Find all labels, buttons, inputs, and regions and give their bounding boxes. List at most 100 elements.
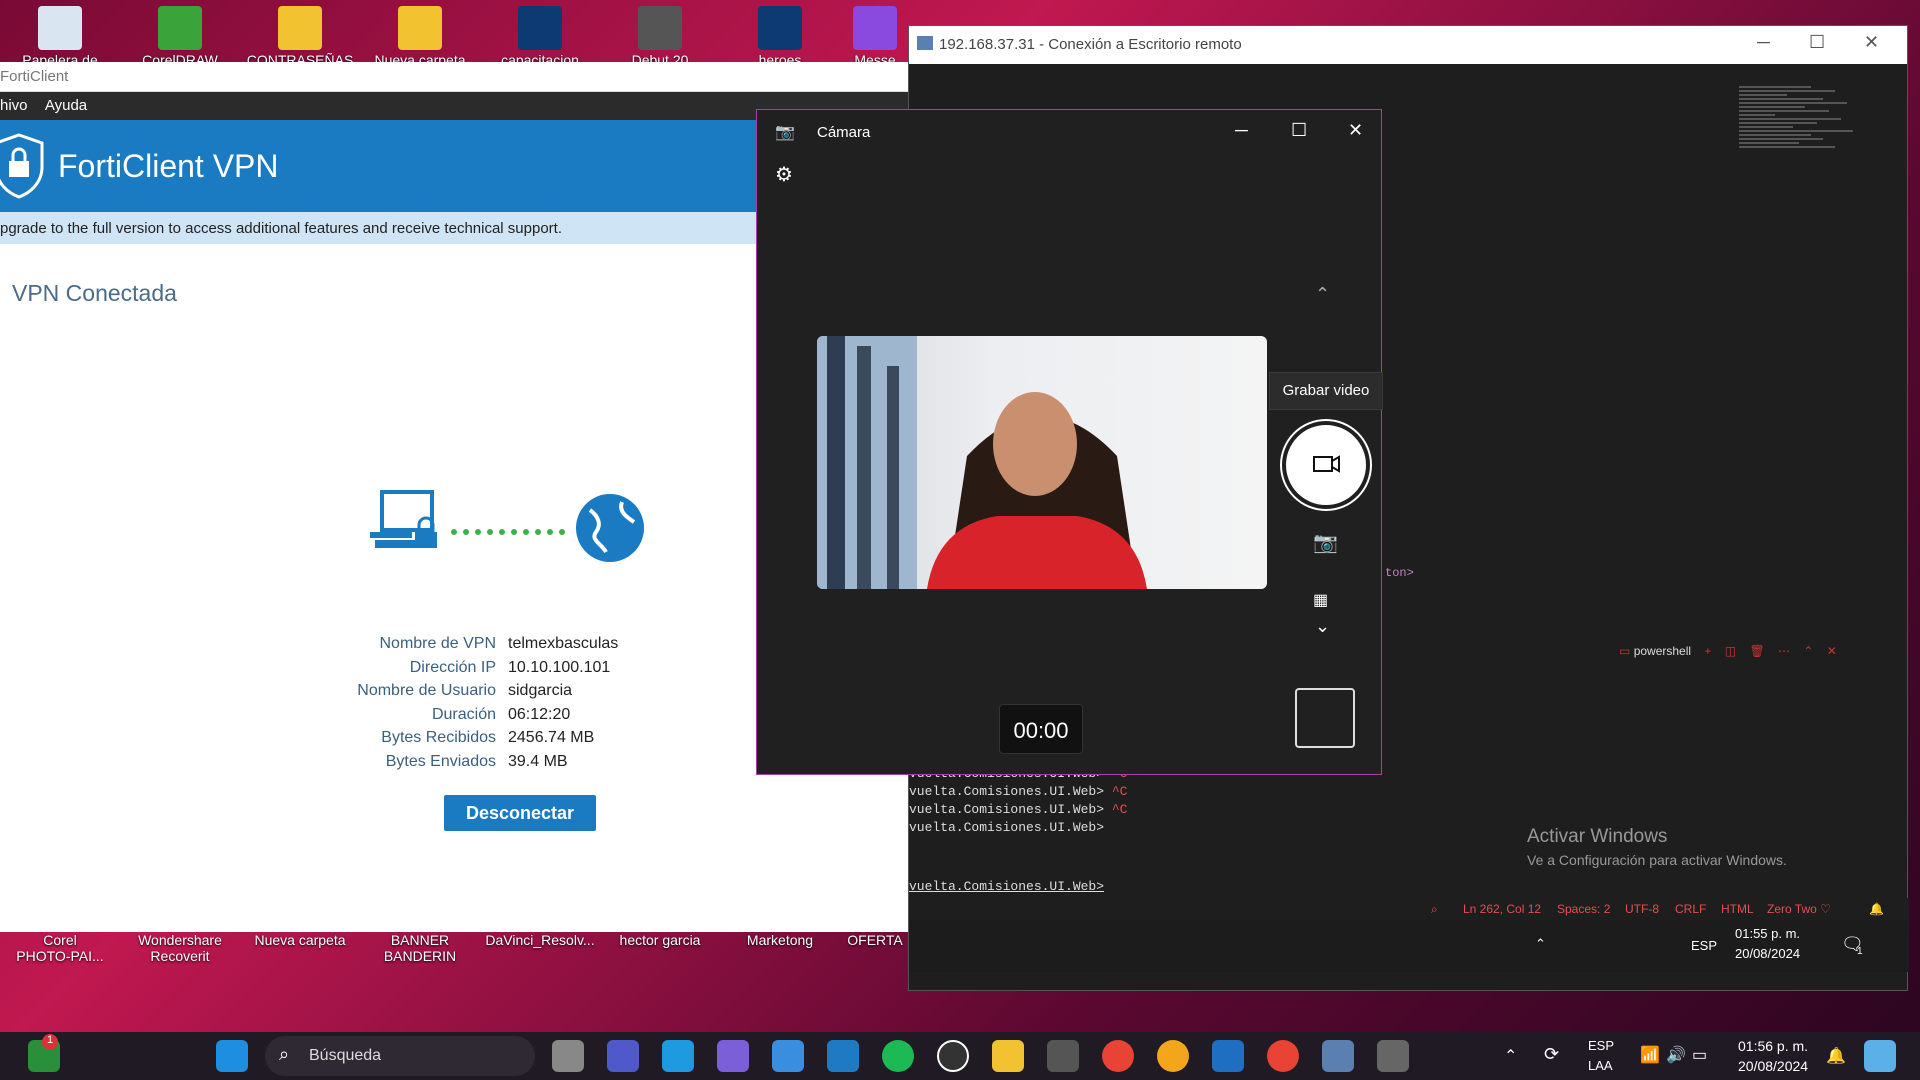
desktop-icon-corel-photopaint[interactable]: Corel PHOTO-PAI... [5, 932, 115, 964]
desktop-icon-coreldraw[interactable]: CorelDRAW 2020 [125, 6, 235, 68]
chevron-up-icon[interactable]: ⌃ [1803, 644, 1813, 658]
copilot-icon[interactable] [1864, 1040, 1896, 1072]
desktop-icon-label: Nueva carpeta [254, 932, 346, 948]
dell-icon[interactable] [937, 1040, 969, 1072]
zoom-icon[interactable]: ⌕ [1431, 902, 1438, 917]
maximize-icon[interactable]: ☐ [1291, 120, 1307, 141]
spotify-icon[interactable] [882, 1040, 914, 1072]
search-box[interactable]: ⌕ Búsqueda [265, 1036, 535, 1076]
record-video-button[interactable] [1282, 421, 1370, 509]
split-terminal-icon[interactable]: ◫ [1725, 644, 1736, 658]
trash-icon[interactable]: 🗑 [1749, 644, 1764, 658]
desktop-icon-marketong[interactable]: Marketong [725, 932, 835, 948]
status-language[interactable]: HTML [1721, 902, 1754, 916]
remote-clock-date[interactable]: 20/08/2024 [1735, 946, 1800, 961]
shield-app-icon[interactable] [1212, 1040, 1244, 1072]
chevron-up-icon[interactable]: ⌃ [1504, 1046, 1517, 1066]
clock-date[interactable]: 20/08/2024 [1738, 1058, 1808, 1074]
info-row: Bytes Enviados 39.4 MB [340, 753, 618, 777]
qr-code-icon[interactable]: ▦ [1313, 590, 1328, 610]
chrome-icon[interactable] [1102, 1040, 1134, 1072]
taskbar: 1 ⌕ Búsqueda ⌃ ⟳ ESP LAA 📶 🔊 ▭ 01:56 p. … [0, 1032, 1920, 1080]
desktop-icon-heroes[interactable]: heroes [725, 6, 835, 68]
status-spaces[interactable]: Spaces: 2 [1557, 902, 1610, 916]
desktop-icon-wondershare[interactable]: Wondershare Recoverit [125, 932, 235, 964]
chevron-down-icon[interactable]: ⌄ [1315, 616, 1330, 637]
chevron-up-icon[interactable]: ⌃ [1315, 284, 1330, 305]
minimap[interactable] [1739, 84, 1859, 554]
info-row: Duración 06:12:20 [340, 706, 618, 730]
close-icon[interactable]: ✕ [1864, 32, 1879, 53]
wifi-icon[interactable]: 📶 [1640, 1045, 1660, 1065]
lang-bottom[interactable]: LAA [1588, 1058, 1613, 1073]
shield-lock-icon [0, 133, 44, 199]
globe-icon [576, 494, 644, 562]
norton-icon[interactable] [1157, 1040, 1189, 1072]
volume-icon[interactable]: 🔊 [1666, 1045, 1686, 1065]
menu-item-ayuda[interactable]: Ayuda [45, 97, 87, 114]
file-explorer-icon[interactable] [992, 1040, 1024, 1072]
store-icon[interactable] [1047, 1040, 1079, 1072]
photo-mode-icon[interactable]: 📷 [1313, 530, 1338, 555]
close-icon[interactable]: ✕ [1348, 120, 1363, 141]
status-position[interactable]: Ln 262, Col 12 [1463, 902, 1541, 916]
task-view-icon[interactable] [552, 1040, 584, 1072]
clock-time[interactable]: 01:56 p. m. [1738, 1038, 1808, 1054]
computer-lock-icon [370, 490, 437, 548]
disconnect-button[interactable]: Desconectar [444, 795, 596, 831]
remote-desktop-taskbar-icon[interactable] [1322, 1040, 1354, 1072]
remote-clock-time[interactable]: 01:55 p. m. [1735, 926, 1800, 941]
chevron-up-icon[interactable]: ⌃ [1535, 936, 1546, 952]
terminal-label[interactable]: powershell [1634, 644, 1691, 658]
forticlient-icon[interactable] [827, 1040, 859, 1072]
remote-desktop-icon [917, 36, 933, 50]
desktop-icon-messenger[interactable]: Messe [845, 6, 905, 68]
battery-icon[interactable]: ▭ [1692, 1045, 1707, 1065]
start-windows-icon[interactable] [216, 1040, 248, 1072]
more-icon[interactable]: ⋯ [1778, 644, 1790, 658]
lang-top[interactable]: ESP [1588, 1038, 1614, 1053]
settings-gear-icon[interactable]: ⚙ [775, 162, 793, 187]
terminal-line: vuelta.Comisiones.UI.Web> ^C [909, 784, 1127, 802]
desktop-icon-nueva-carpeta-2[interactable]: Nueva carpeta [245, 932, 355, 948]
add-terminal-icon[interactable]: + [1704, 644, 1711, 658]
chrome-profile-icon[interactable] [1267, 1040, 1299, 1072]
rdp-titlebar[interactable]: 192.168.37.31 - Conexión a Escritorio re… [909, 26, 1907, 64]
info-value: 39.4 MB [508, 752, 568, 770]
forticlient-titlebar[interactable]: FortiClient [0, 62, 910, 92]
edge-icon[interactable] [662, 1040, 694, 1072]
app-icon[interactable] [717, 1040, 749, 1072]
desktop-icon-recycle-bin[interactable]: Papelera de [5, 6, 115, 68]
photoshop-file-icon [518, 6, 562, 50]
status-eol[interactable]: CRLF [1675, 902, 1706, 916]
info-value: sidgarcia [508, 682, 573, 699]
desktop-icon-davinci[interactable]: DaVinci_Resolv... [485, 932, 595, 948]
remote-tray-lang[interactable]: ESP [1691, 938, 1717, 953]
status-encoding[interactable]: UTF-8 [1625, 902, 1659, 916]
minimize-icon[interactable]: ─ [1757, 32, 1770, 53]
mail-icon[interactable] [772, 1040, 804, 1072]
bell-icon[interactable]: 🔔 [1869, 902, 1884, 916]
camera-titlebar[interactable]: 📷 Cámara ─ ☐ ✕ [757, 110, 1381, 152]
status-theme[interactable]: Zero Two ♡ [1767, 902, 1831, 916]
last-capture-thumbnail[interactable] [1295, 688, 1355, 748]
desktop-icon-debut[interactable]: Debut 20 [605, 6, 715, 68]
desktop-icon-label: Corel [43, 932, 77, 948]
minimize-icon[interactable]: ─ [1235, 120, 1248, 141]
desktop-icon-banner[interactable]: BANNER BANDERIN [365, 932, 475, 964]
teams-icon[interactable] [607, 1040, 639, 1072]
camera-taskbar-icon[interactable] [1377, 1040, 1409, 1072]
desktop-icon-capacitacion[interactable]: capacitacion [485, 6, 595, 68]
menu-item-archivo[interactable]: hivo [0, 97, 28, 114]
terminal-suffix: ^C [1104, 784, 1128, 799]
terminal[interactable]: vuelta.Comisiones.UI.Web> ^C vuelta.Comi… [909, 766, 1127, 838]
desktop-icon-oferta[interactable]: OFERTA [845, 932, 905, 948]
desktop-icon-hector-garcia[interactable]: hector garcia [605, 932, 715, 948]
camera-window: 📷 Cámara ─ ☐ ✕ ⚙ ⌃ Grabar video 📷 ▦ ⌄ 00… [756, 109, 1383, 775]
notification-bell-icon[interactable]: 🔔 [1826, 1046, 1846, 1066]
desktop-icon-nueva-carpeta[interactable]: Nueva carpeta [365, 6, 475, 68]
desktop-icon-contrasenas[interactable]: CONTRASEÑAS [245, 6, 355, 68]
maximize-icon[interactable]: ☐ [1809, 32, 1825, 53]
close-panel-icon[interactable]: ✕ [1827, 644, 1837, 658]
sync-icon[interactable]: ⟳ [1544, 1044, 1559, 1065]
